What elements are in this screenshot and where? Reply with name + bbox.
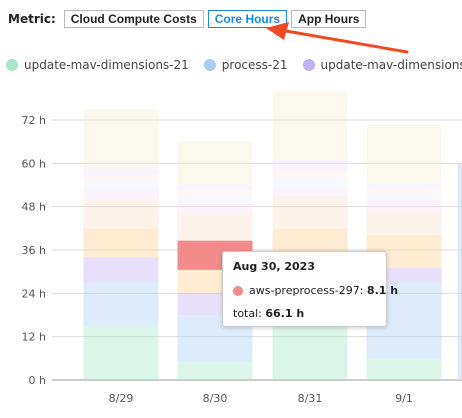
metric-option-core-hours[interactable]: Core Hours	[207, 10, 288, 28]
legend-label: update-mav-dimensions-11	[320, 58, 462, 72]
y-tick-label: 72 h	[22, 114, 46, 127]
y-tick-label: 12 h	[22, 331, 46, 344]
bar-segment[interactable]	[83, 181, 159, 189]
legend-item-process-21[interactable]: process-21	[203, 58, 288, 72]
legend-label: update-mav-dimensions-21	[24, 58, 189, 72]
bar-segment[interactable]	[83, 228, 159, 258]
metric-option-cloud-compute-costs[interactable]: Cloud Compute Costs	[63, 10, 204, 28]
y-tick-label: 36 h	[22, 244, 46, 257]
tooltip-series-name: aws-preprocess-297:	[249, 284, 364, 297]
bar-segment[interactable]	[83, 199, 159, 229]
tooltip-series-row: aws-preprocess-297: 8.1 h	[233, 284, 398, 297]
y-tick-label: 48 h	[22, 201, 46, 214]
bar-segment[interactable]	[366, 183, 442, 189]
bar-segment[interactable]	[366, 358, 442, 380]
bar-segment[interactable]	[366, 199, 442, 211]
bar-segment[interactable]	[177, 141, 253, 185]
legend-swatch	[6, 59, 18, 71]
x-tick-label: 8/30	[203, 392, 228, 405]
bar-segment[interactable]	[272, 170, 348, 178]
bar-segment[interactable]	[366, 210, 442, 236]
tooltip-series-swatch	[233, 285, 243, 296]
metric-label: Metric:	[8, 12, 56, 26]
chart-legend: update-mav-dimensions-21 process-21 upda…	[6, 55, 462, 75]
x-tick-label: 8/29	[109, 392, 134, 405]
bar-segment[interactable]	[366, 188, 442, 195]
bar-segment[interactable]	[272, 325, 348, 380]
legend-item-update-mav-dimensions-11[interactable]: update-mav-dimensions-11	[302, 58, 462, 72]
bar-segment[interactable]	[272, 188, 348, 196]
y-tick-label: 0 h	[29, 374, 46, 387]
tooltip-total-row: total: 66.1 h	[233, 307, 376, 320]
bar-segment[interactable]	[83, 109, 159, 169]
legend-item-update-mav-dimensions-21[interactable]: update-mav-dimensions-21	[6, 58, 189, 72]
bar-segment[interactable]	[83, 257, 159, 283]
bar-segment[interactable]	[366, 194, 442, 200]
bar-segment[interactable]	[177, 213, 253, 241]
x-tick-label: 9/1	[395, 392, 413, 405]
bar-segment-offscreen	[458, 163, 462, 380]
bar-segment[interactable]	[272, 91, 348, 160]
bar-segment[interactable]	[83, 168, 159, 176]
bar-segment[interactable]	[272, 159, 348, 171]
metric-selector: Metric: Cloud Compute Costs Core Hours A…	[8, 9, 370, 29]
legend-swatch	[203, 59, 216, 71]
chart-tooltip: Aug 30, 2023 aws-preprocess-297: 8.1 h t…	[222, 251, 398, 327]
y-tick-label: 24 h	[22, 287, 46, 300]
tooltip-total-label: total:	[233, 307, 262, 320]
x-tick-label: 8/31	[298, 392, 323, 405]
bar-segment[interactable]	[177, 184, 253, 191]
metric-option-app-hours[interactable]: App Hours	[291, 10, 367, 28]
tooltip-date: Aug 30, 2023	[233, 260, 315, 273]
bar-segment[interactable]	[177, 361, 253, 380]
bar-segment[interactable]	[366, 123, 442, 184]
bar-segment[interactable]	[272, 177, 348, 189]
bar-segment[interactable]	[83, 188, 159, 200]
bar-segment[interactable]	[83, 282, 159, 326]
tooltip-total-value: 66.1 h	[265, 307, 305, 320]
bar-segment[interactable]	[272, 195, 348, 229]
bar-segment[interactable]	[177, 195, 253, 203]
legend-swatch	[302, 59, 315, 71]
y-tick-label: 60 h	[22, 157, 46, 170]
bar-segment[interactable]	[83, 325, 159, 380]
bar-segment[interactable]	[177, 190, 253, 196]
bar-segment[interactable]	[83, 175, 159, 182]
legend-label: process-21	[221, 58, 288, 72]
tooltip-series-value: 8.1 h	[366, 284, 399, 297]
bar-segment[interactable]	[272, 228, 348, 254]
bar-segment[interactable]	[177, 202, 253, 214]
